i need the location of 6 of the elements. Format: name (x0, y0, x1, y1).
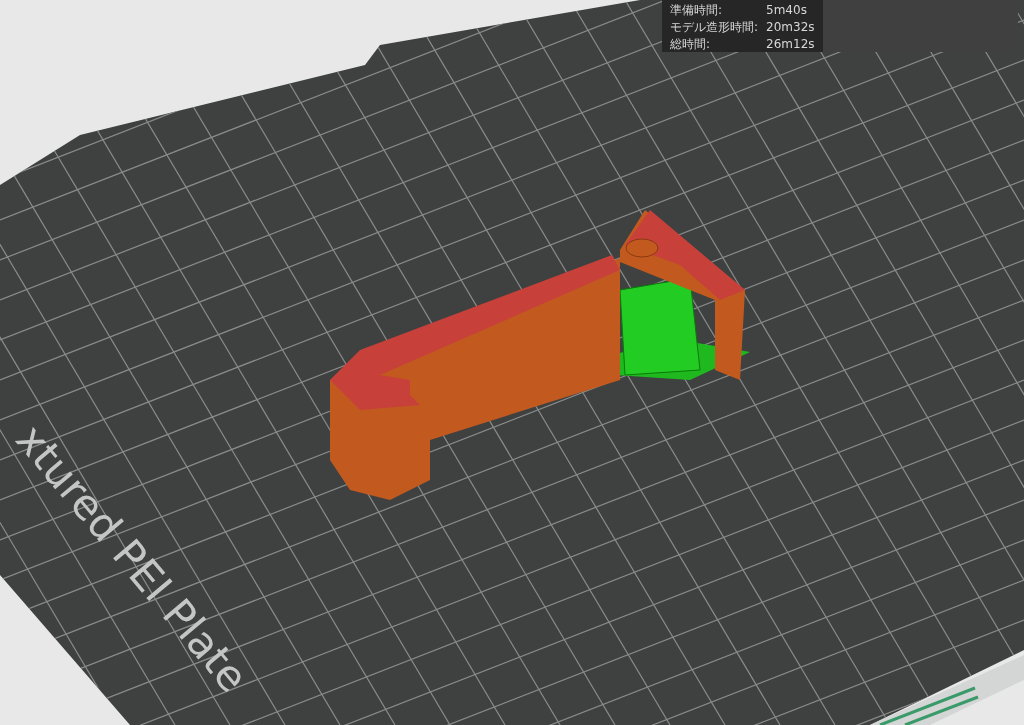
stat-value: 20m32s (766, 19, 815, 35)
stat-label: 総時間: (670, 36, 712, 52)
stat-value: 26m12s (766, 36, 815, 52)
stat-value: 5m40s (766, 2, 808, 18)
stat-label: モデル造形時間: (670, 19, 759, 35)
stat-label: 準備時間: (670, 2, 724, 18)
